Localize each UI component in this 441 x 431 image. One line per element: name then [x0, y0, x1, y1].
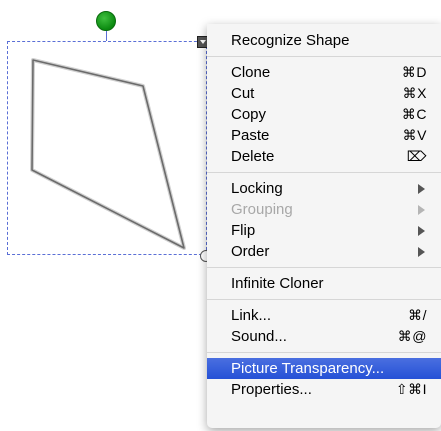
- menu-item-link[interactable]: Link... ⌘/: [207, 305, 441, 326]
- menu-item-label: Properties...: [231, 381, 312, 398]
- menu-item-label: Order: [231, 243, 270, 260]
- menu-item-shortcut: ⌘/: [408, 307, 427, 323]
- submenu-arrow-icon: [418, 204, 425, 215]
- menu-item-shortcut: ⌦: [406, 148, 427, 164]
- menu-item-label: Sound...: [231, 328, 287, 345]
- menu-item-shortcut: ⌘V: [402, 127, 427, 143]
- menu-item-label: Cut: [231, 85, 255, 102]
- menu-item-shortcut: ⌘@: [397, 328, 427, 344]
- menu-separator: [207, 172, 441, 173]
- menu-item-shortcut: ⇧⌘I: [395, 381, 427, 397]
- menu-item-clone[interactable]: Clone ⌘D: [207, 62, 441, 83]
- menu-item-label: Paste: [231, 127, 270, 144]
- menu-item-paste[interactable]: Paste ⌘V: [207, 125, 441, 146]
- menu-item-label: Picture Transparency...: [231, 360, 385, 377]
- menu-item-label: Copy: [231, 106, 267, 123]
- menu-item-label: Recognize Shape: [231, 32, 350, 49]
- submenu-arrow-icon: [418, 183, 425, 194]
- menu-item-shortcut: ⌘C: [401, 106, 427, 122]
- submenu-arrow-icon: [418, 225, 425, 236]
- menu-item-label: Flip: [231, 222, 256, 239]
- menu-separator: [207, 352, 441, 353]
- menu-item-cut[interactable]: Cut ⌘X: [207, 83, 441, 104]
- menu-item-flip[interactable]: Flip: [207, 220, 441, 241]
- menu-item-grouping: Grouping: [207, 199, 441, 220]
- selection-box: [7, 41, 207, 255]
- menu-item-label: Locking: [231, 180, 283, 197]
- menu-item-copy[interactable]: Copy ⌘C: [207, 104, 441, 125]
- menu-item-label: Clone: [231, 64, 271, 81]
- menu-separator: [207, 267, 441, 268]
- menu-separator: [207, 299, 441, 300]
- menu-separator: [207, 56, 441, 57]
- menu-item-shortcut: ⌘D: [401, 64, 427, 80]
- menu-item-sound[interactable]: Sound... ⌘@: [207, 326, 441, 347]
- submenu-arrow-icon: [418, 246, 425, 257]
- menu-item-label: Grouping: [231, 201, 293, 218]
- menu-item-delete[interactable]: Delete ⌦: [207, 146, 441, 167]
- menu-item-label: Link...: [231, 307, 272, 324]
- menu-item-label: Delete: [231, 148, 275, 165]
- rotate-handle-icon[interactable]: [96, 11, 116, 31]
- context-menu: Recognize Shape Clone ⌘D Cut ⌘X Copy ⌘C Paste ⌘V…: [207, 24, 441, 428]
- menu-item-infinite-cloner[interactable]: Infinite Cloner: [207, 273, 441, 294]
- menu-item-recognize-shape[interactable]: Recognize Shape: [207, 30, 441, 51]
- menu-item-label: Infinite Cloner: [231, 275, 324, 292]
- menu-item-properties[interactable]: Properties... ⇧⌘I: [207, 379, 441, 400]
- menu-item-shortcut: ⌘X: [402, 85, 427, 101]
- menu-item-picture-transparency[interactable]: Picture Transparency...: [207, 358, 441, 379]
- menu-item-locking[interactable]: Locking: [207, 178, 441, 199]
- menu-item-order[interactable]: Order: [207, 241, 441, 262]
